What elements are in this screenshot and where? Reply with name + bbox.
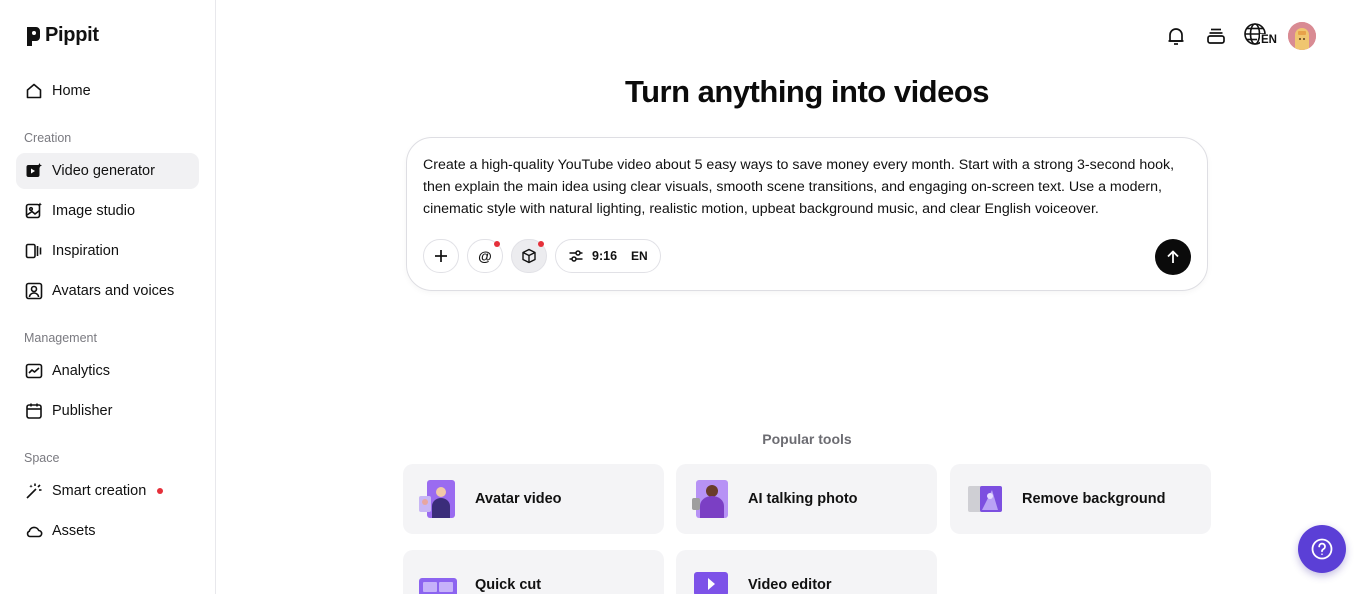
sliders-icon bbox=[569, 250, 583, 262]
notification-dot bbox=[494, 241, 500, 247]
sidebar: Pippit Home Creation Video generator Ima… bbox=[0, 0, 216, 594]
tool-card-label: Video editor bbox=[748, 577, 832, 593]
sidebar-item-label: Image studio bbox=[52, 203, 136, 219]
pippit-logo[interactable]: Pippit bbox=[25, 24, 99, 47]
subscription-button[interactable] bbox=[1202, 22, 1230, 50]
sidebar-item-label: Smart creation bbox=[52, 483, 147, 499]
ai-talking-photo-thumbnail bbox=[690, 478, 732, 520]
sidebar-item-assets[interactable]: Assets bbox=[16, 513, 199, 549]
sidebar-item-smart-creation[interactable]: Smart creation bbox=[16, 473, 199, 509]
sidebar-item-publisher[interactable]: Publisher bbox=[16, 393, 199, 429]
video-generator-icon bbox=[26, 163, 42, 177]
plus-icon bbox=[435, 250, 447, 262]
tool-card-ai-talking-photo[interactable]: AI talking photo bbox=[676, 464, 937, 534]
quick-cut-thumbnail bbox=[417, 564, 459, 594]
sidebar-item-label: Assets bbox=[52, 523, 96, 539]
aspect-ratio-value: 9:16 bbox=[592, 249, 618, 263]
magic-wand-icon bbox=[26, 483, 42, 499]
tool-card-video-editor[interactable]: Video editor bbox=[676, 550, 937, 594]
prompt-box: Create a high-quality YouTube video abou… bbox=[406, 137, 1208, 291]
inspiration-icon bbox=[25, 243, 42, 259]
sidebar-item-inspiration[interactable]: Inspiration bbox=[16, 233, 199, 269]
prompt-input[interactable]: Create a high-quality YouTube video abou… bbox=[423, 154, 1193, 220]
video-editor-thumbnail bbox=[690, 564, 732, 594]
image-studio-icon bbox=[25, 202, 42, 219]
bell-icon bbox=[1168, 28, 1184, 45]
section-label-space: Space bbox=[24, 451, 60, 465]
language-button[interactable]: EN bbox=[1243, 22, 1278, 50]
sidebar-item-label: Analytics bbox=[52, 363, 111, 379]
add-button[interactable] bbox=[423, 239, 459, 273]
language-code: EN bbox=[1260, 34, 1278, 46]
question-mark-icon bbox=[1311, 538, 1333, 560]
sidebar-item-label: Home bbox=[52, 83, 91, 99]
sidebar-item-avatars-voices[interactable]: Avatars and voices bbox=[16, 273, 199, 309]
notifications-button[interactable] bbox=[1162, 22, 1190, 50]
sidebar-item-home[interactable]: Home bbox=[16, 73, 199, 109]
video-settings-button[interactable]: 9:16 EN bbox=[555, 239, 661, 273]
sidebar-item-label: Avatars and voices bbox=[52, 283, 175, 299]
stack-icon bbox=[1207, 28, 1225, 44]
sidebar-item-analytics[interactable]: Analytics bbox=[16, 353, 199, 389]
tool-card-remove-background[interactable]: Remove background bbox=[950, 464, 1211, 534]
notification-dot bbox=[157, 488, 164, 494]
mention-button[interactable]: @ bbox=[467, 239, 503, 273]
tool-card-label: AI talking photo bbox=[748, 491, 858, 507]
tool-card-label: Quick cut bbox=[475, 577, 542, 593]
section-label-management: Management bbox=[24, 331, 97, 345]
calendar-icon bbox=[26, 403, 42, 419]
home-icon bbox=[26, 83, 42, 99]
app-name: Pippit bbox=[45, 24, 99, 46]
send-button[interactable] bbox=[1155, 239, 1191, 275]
page-title: Turn anything into videos bbox=[624, 74, 990, 109]
avatar-video-thumbnail bbox=[417, 478, 459, 520]
tool-card-label: Remove background bbox=[1022, 491, 1166, 507]
user-avatar-image bbox=[1288, 22, 1316, 50]
popular-tools-label: Popular tools bbox=[762, 431, 852, 447]
model-button[interactable] bbox=[511, 239, 547, 273]
avatar-icon bbox=[25, 282, 43, 300]
voice-language-value: EN bbox=[631, 249, 648, 263]
remove-background-thumbnail bbox=[964, 478, 1006, 520]
notification-dot bbox=[538, 241, 544, 247]
tool-card-avatar-video[interactable]: Avatar video bbox=[403, 464, 664, 534]
sidebar-item-image-studio[interactable]: Image studio bbox=[16, 193, 199, 229]
cloud-icon bbox=[26, 526, 43, 538]
arrow-up-icon bbox=[1167, 250, 1179, 263]
avatar[interactable] bbox=[1288, 22, 1316, 50]
section-label-creation: Creation bbox=[24, 131, 72, 145]
help-button[interactable] bbox=[1298, 525, 1346, 573]
sidebar-item-label: Video generator bbox=[52, 163, 155, 179]
at-icon: @ bbox=[478, 248, 492, 264]
sidebar-item-label: Inspiration bbox=[52, 243, 119, 259]
pippit-logo-icon bbox=[27, 26, 40, 46]
sidebar-item-video-generator[interactable]: Video generator bbox=[16, 153, 199, 189]
tool-card-label: Avatar video bbox=[475, 491, 562, 507]
analytics-icon bbox=[25, 363, 43, 379]
tool-card-quick-cut[interactable]: Quick cut bbox=[403, 550, 664, 594]
cube-icon bbox=[522, 248, 536, 264]
sidebar-item-label: Publisher bbox=[52, 403, 113, 419]
